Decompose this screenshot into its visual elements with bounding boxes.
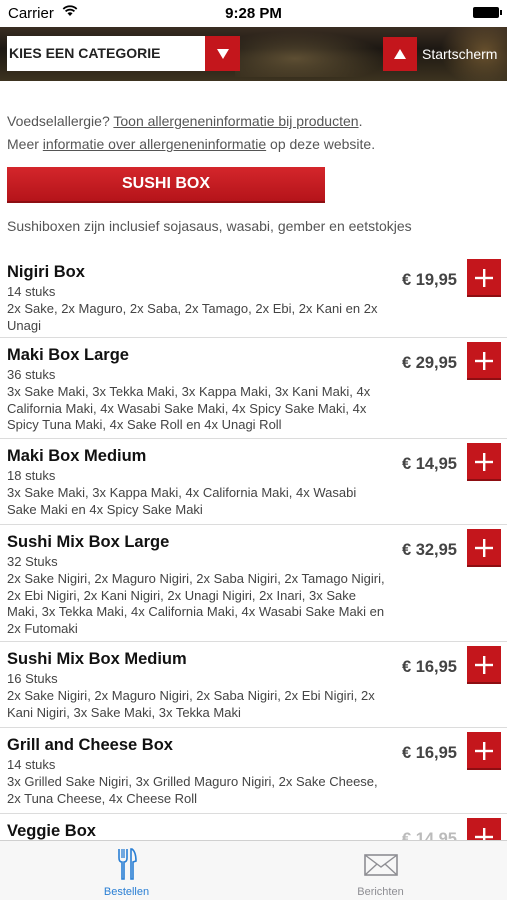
product-name: Maki Box Large	[7, 346, 129, 364]
product-description: 3x Sake Maki, 3x Kappa Maki, 4x Californ…	[7, 485, 357, 517]
home-button-label: Startscherm	[422, 45, 498, 62]
product-description: 2x Sake, 2x Maguro, 2x Saba, 2x Tamago, …	[7, 301, 378, 333]
product-item: Maki Box Medium 18 stuks 3x Sake Maki, 3…	[0, 439, 507, 525]
section-title: SUSHI BOX	[7, 167, 325, 203]
menu-content[interactable]: Voedselallergie? Toon allergeneninformat…	[0, 81, 507, 840]
plus-icon	[475, 742, 493, 760]
product-name: Maki Box Medium	[7, 447, 147, 465]
product-count: 32 Stuks	[7, 554, 58, 569]
product-price: € 16,95	[401, 658, 457, 676]
product-name: Sushi Mix Box Medium	[7, 650, 187, 668]
plus-icon	[475, 269, 493, 287]
chevron-down-icon[interactable]	[205, 36, 240, 71]
tab-label: Bestellen	[103, 886, 150, 898]
category-select[interactable]: KIES EEN CATEGORIE	[7, 36, 240, 71]
plus-icon	[475, 453, 493, 471]
allergy-suffix: .	[358, 113, 363, 129]
product-item: Sushi Mix Box Medium 16 Stuks 2x Sake Ni…	[0, 642, 507, 728]
more-suffix: op deze website.	[266, 136, 376, 152]
product-item: Veggie Box € 14,95	[0, 814, 507, 840]
tab-bestellen[interactable]: Bestellen	[0, 841, 253, 901]
status-time: 9:28 PM	[225, 5, 282, 22]
product-count: 36 stuks	[7, 367, 56, 382]
plus-icon	[475, 656, 493, 674]
product-item: Sushi Mix Box Large 32 Stuks 2x Sake Nig…	[0, 525, 507, 642]
product-description: 3x Grilled Sake Nigiri, 3x Grilled Magur…	[7, 774, 378, 806]
section-subtitle: Sushiboxen zijn inclusief sojasaus, wasa…	[7, 218, 412, 234]
product-price: € 29,95	[401, 354, 457, 372]
tab-berichten[interactable]: Berichten	[254, 841, 507, 901]
product-item: Maki Box Large 36 stuks 3x Sake Maki, 3x…	[0, 338, 507, 439]
product-item: Grill and Cheese Box 14 stuks 3x Grilled…	[0, 728, 507, 814]
arrow-up-icon	[383, 36, 417, 71]
add-to-cart-button[interactable]	[467, 818, 501, 840]
product-description: 2x Sake Nigiri, 2x Maguro Nigiri, 2x Sab…	[7, 688, 375, 720]
show-allergen-link[interactable]: Toon allergeneninformatie bij producten	[113, 113, 358, 129]
product-count: 16 Stuks	[7, 671, 58, 686]
product-price: € 16,95	[401, 744, 457, 762]
product-price: € 14,95	[401, 455, 457, 473]
product-name: Sushi Mix Box Large	[7, 533, 170, 551]
status-bar: Carrier 9:28 PM	[0, 0, 507, 27]
product-description: 3x Sake Maki, 3x Tekka Maki, 3x Kappa Ma…	[7, 384, 371, 433]
product-name: Grill and Cheese Box	[7, 736, 173, 754]
fork-knife-icon	[0, 847, 253, 886]
battery-icon	[473, 7, 502, 18]
add-to-cart-button[interactable]	[467, 646, 501, 684]
product-description: 2x Sake Nigiri, 2x Maguro Nigiri, 2x Sab…	[7, 571, 385, 637]
tab-bar: Bestellen Berichten	[0, 840, 507, 900]
product-name: Nigiri Box	[7, 263, 85, 281]
product-count: 14 stuks	[7, 757, 56, 772]
add-to-cart-button[interactable]	[467, 342, 501, 380]
plus-icon	[475, 828, 493, 840]
product-price: € 14,95	[401, 830, 457, 840]
more-info-line: Meer informatie over allergeneninformati…	[7, 133, 375, 156]
product-count: 14 stuks	[7, 284, 56, 299]
home-button[interactable]: Startscherm	[383, 36, 497, 71]
product-item: Nigiri Box 14 stuks 2x Sake, 2x Maguro, …	[0, 255, 507, 338]
allergy-prefix: Voedselallergie?	[7, 113, 114, 129]
tab-label: Berichten	[357, 886, 404, 898]
product-price: € 32,95	[401, 541, 457, 559]
allergen-info-link[interactable]: informatie over allergeneninformatie	[43, 136, 266, 152]
allergy-line: Voedselallergie? Toon allergeneninformat…	[7, 110, 375, 133]
plus-icon	[475, 539, 493, 557]
plus-icon	[475, 352, 493, 370]
header-background-image	[235, 31, 385, 77]
envelope-icon	[254, 854, 507, 881]
allergen-info: Voedselallergie? Toon allergeneninformat…	[7, 110, 375, 156]
app-header: KIES EEN CATEGORIE Startscherm	[0, 27, 507, 81]
product-count: 18 stuks	[7, 468, 56, 483]
add-to-cart-button[interactable]	[467, 259, 501, 297]
product-name: Veggie Box	[7, 822, 96, 840]
add-to-cart-button[interactable]	[467, 443, 501, 481]
add-to-cart-button[interactable]	[467, 529, 501, 567]
product-price: € 19,95	[401, 271, 457, 289]
add-to-cart-button[interactable]	[467, 732, 501, 770]
category-select-label: KIES EEN CATEGORIE	[9, 45, 161, 61]
more-prefix: Meer	[7, 136, 43, 152]
